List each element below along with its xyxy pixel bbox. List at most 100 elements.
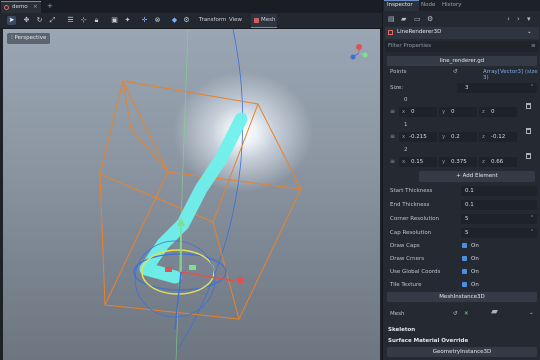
view-menu[interactable]: View [229,17,242,23]
spin-icon: ⌃ [530,229,535,235]
open-folder-icon[interactable]: ▰ [401,15,406,23]
settings-icon[interactable]: ⚙ [182,16,191,25]
chevron-down-icon[interactable]: ⌄ [529,310,534,316]
x-field[interactable]: x 0.15 [399,157,437,167]
scene-tab-demo[interactable]: demo × [1,1,41,13]
draw-caps-checkbox[interactable] [462,243,467,248]
cap-resolution-field[interactable]: 5 ⌃ [461,228,537,238]
inspector-toolbar: ▤ ▰ ▭ ⚙ ‹ › ▾ [383,12,540,26]
y-field[interactable]: y 0.2 [439,132,477,142]
start-thickness-label: Start Thickness [390,188,433,194]
save-icon[interactable]: ▭ [414,15,421,23]
skeleton-icon[interactable]: ✦ [123,16,132,25]
settings-icon[interactable]: ⚙ [427,15,433,23]
node-icon [4,5,9,10]
surface-override-group-label[interactable]: Surface Material Override [388,338,468,344]
rotate-mode-icon[interactable]: ↻ [35,16,44,25]
draw-caps-label: Draw Caps [390,243,420,249]
spin-icon: ⌃ [530,215,535,221]
draw-corners-label: Draw Crners [390,256,425,262]
new-resource-icon[interactable]: ▤ [388,15,395,23]
tab-history[interactable]: History [442,2,462,8]
size-field[interactable]: 3 ⌃ [457,83,537,93]
x-field[interactable]: x -0.215 [399,132,437,142]
back-icon[interactable]: ‹ [507,15,510,23]
size-value: 3 [465,85,469,91]
filter-properties-input[interactable]: Filter Properties ≡ [385,41,539,52]
group-icon[interactable]: ▣ [110,16,119,25]
mesh-label: Mesh [390,311,405,317]
mesh-resource-icon[interactable]: ✕ [464,311,469,317]
trash-icon[interactable] [526,103,531,109]
revert-icon[interactable]: ↺ [453,69,458,75]
add-element-label: + Add Element [456,173,498,179]
cap-resolution-label: Cap Resolution [390,230,432,236]
local-space-icon[interactable]: ✛ [140,16,149,25]
points-label: Points [390,69,407,75]
mesh-preview-icon: ▰ [491,307,498,317]
list-select-icon[interactable]: ☰ [66,16,75,25]
filter-icon[interactable]: ≡ [531,43,536,49]
tab-node[interactable]: Node [421,2,435,8]
camera-icon[interactable]: ◆ [170,16,179,25]
points-array-value[interactable]: Array[Vector3] (size 3) [483,69,540,81]
meshinstance-section-title: MeshInstance3D [439,294,485,300]
x-field[interactable]: x0 [399,107,437,117]
skeleton-group-label[interactable]: Skeleton [388,327,415,333]
scale-mode-icon[interactable]: ⤢ [48,16,57,25]
forward-icon[interactable]: › [517,15,520,23]
global-coords-value: On [471,269,479,275]
spin-icon[interactable]: ⌃ [530,84,534,90]
transform-menu[interactable]: Transform [199,17,226,23]
drag-handle-icon[interactable]: ≡ [390,108,395,115]
geometryinstance-section-header[interactable]: GeometryInstance3D [387,347,537,357]
selected-node-selector[interactable]: LineRenderer3D ⌄ [385,27,539,39]
tab-inspector[interactable]: Inspector [387,2,413,8]
z-field[interactable]: z0 [479,107,517,117]
snap-icon[interactable]: ⊗ [153,16,162,25]
y-field[interactable]: y0 [439,107,477,117]
draw-corners-value: On [471,256,479,262]
size-label: Size: [390,85,404,91]
script-section-title: line_renderer.gd [439,58,485,64]
3d-viewport[interactable]: ⁝ Perspective [3,29,380,360]
drag-handle-icon[interactable]: ≡ [390,133,395,140]
tile-texture-label: Tile Texture [390,282,422,288]
add-tab-icon[interactable]: + [47,2,53,10]
z-axis-line [177,29,244,350]
select-mode-icon[interactable]: ➤ [7,16,16,25]
geometryinstance-section-title: GeometryInstance3D [432,349,492,355]
pivot-icon[interactable]: ⊹ [79,16,88,25]
revert-icon[interactable]: ↺ [453,311,458,317]
mesh-menu[interactable]: Mesh [251,14,277,28]
chevron-down-icon[interactable]: ⌄ [527,29,532,35]
lock-icon[interactable]: 🔒︎ [92,16,101,25]
perspective-menu[interactable]: ⁝ Perspective [7,33,51,44]
trash-icon[interactable] [526,128,531,134]
end-thickness-field[interactable]: 0.1 [461,200,537,210]
trash-icon[interactable] [526,153,531,159]
y-field[interactable]: y 0.375 [439,157,477,167]
add-element-button[interactable]: + Add Element [419,171,535,182]
element-index: 0 [404,97,408,103]
meshinstance-section-header[interactable]: MeshInstance3D [387,292,537,302]
tile-texture-checkbox[interactable] [462,282,467,287]
filter-placeholder: Filter Properties [388,43,432,49]
draw-caps-value: On [471,243,479,249]
mesh-icon [254,18,259,23]
z-field[interactable]: z -0.12 [479,132,517,142]
mesh-menu-label: Mesh [261,17,276,23]
corner-resolution-label: Corner Resolution [390,216,439,222]
start-thickness-field[interactable]: 0.1 [461,186,537,196]
draw-corners-checkbox[interactable] [462,256,467,261]
global-coords-checkbox[interactable] [462,269,467,274]
element-index: 2 [404,147,408,153]
node-icon [388,30,393,35]
move-mode-icon[interactable]: ✥ [22,16,31,25]
history-icon[interactable]: ▾ [527,15,531,23]
corner-resolution-field[interactable]: 5 ⌃ [461,214,537,224]
script-section-header[interactable]: line_renderer.gd [387,56,537,66]
drag-handle-icon[interactable]: ≡ [390,158,395,165]
z-field[interactable]: z 0.66 [479,157,517,167]
close-icon[interactable]: × [33,4,38,10]
